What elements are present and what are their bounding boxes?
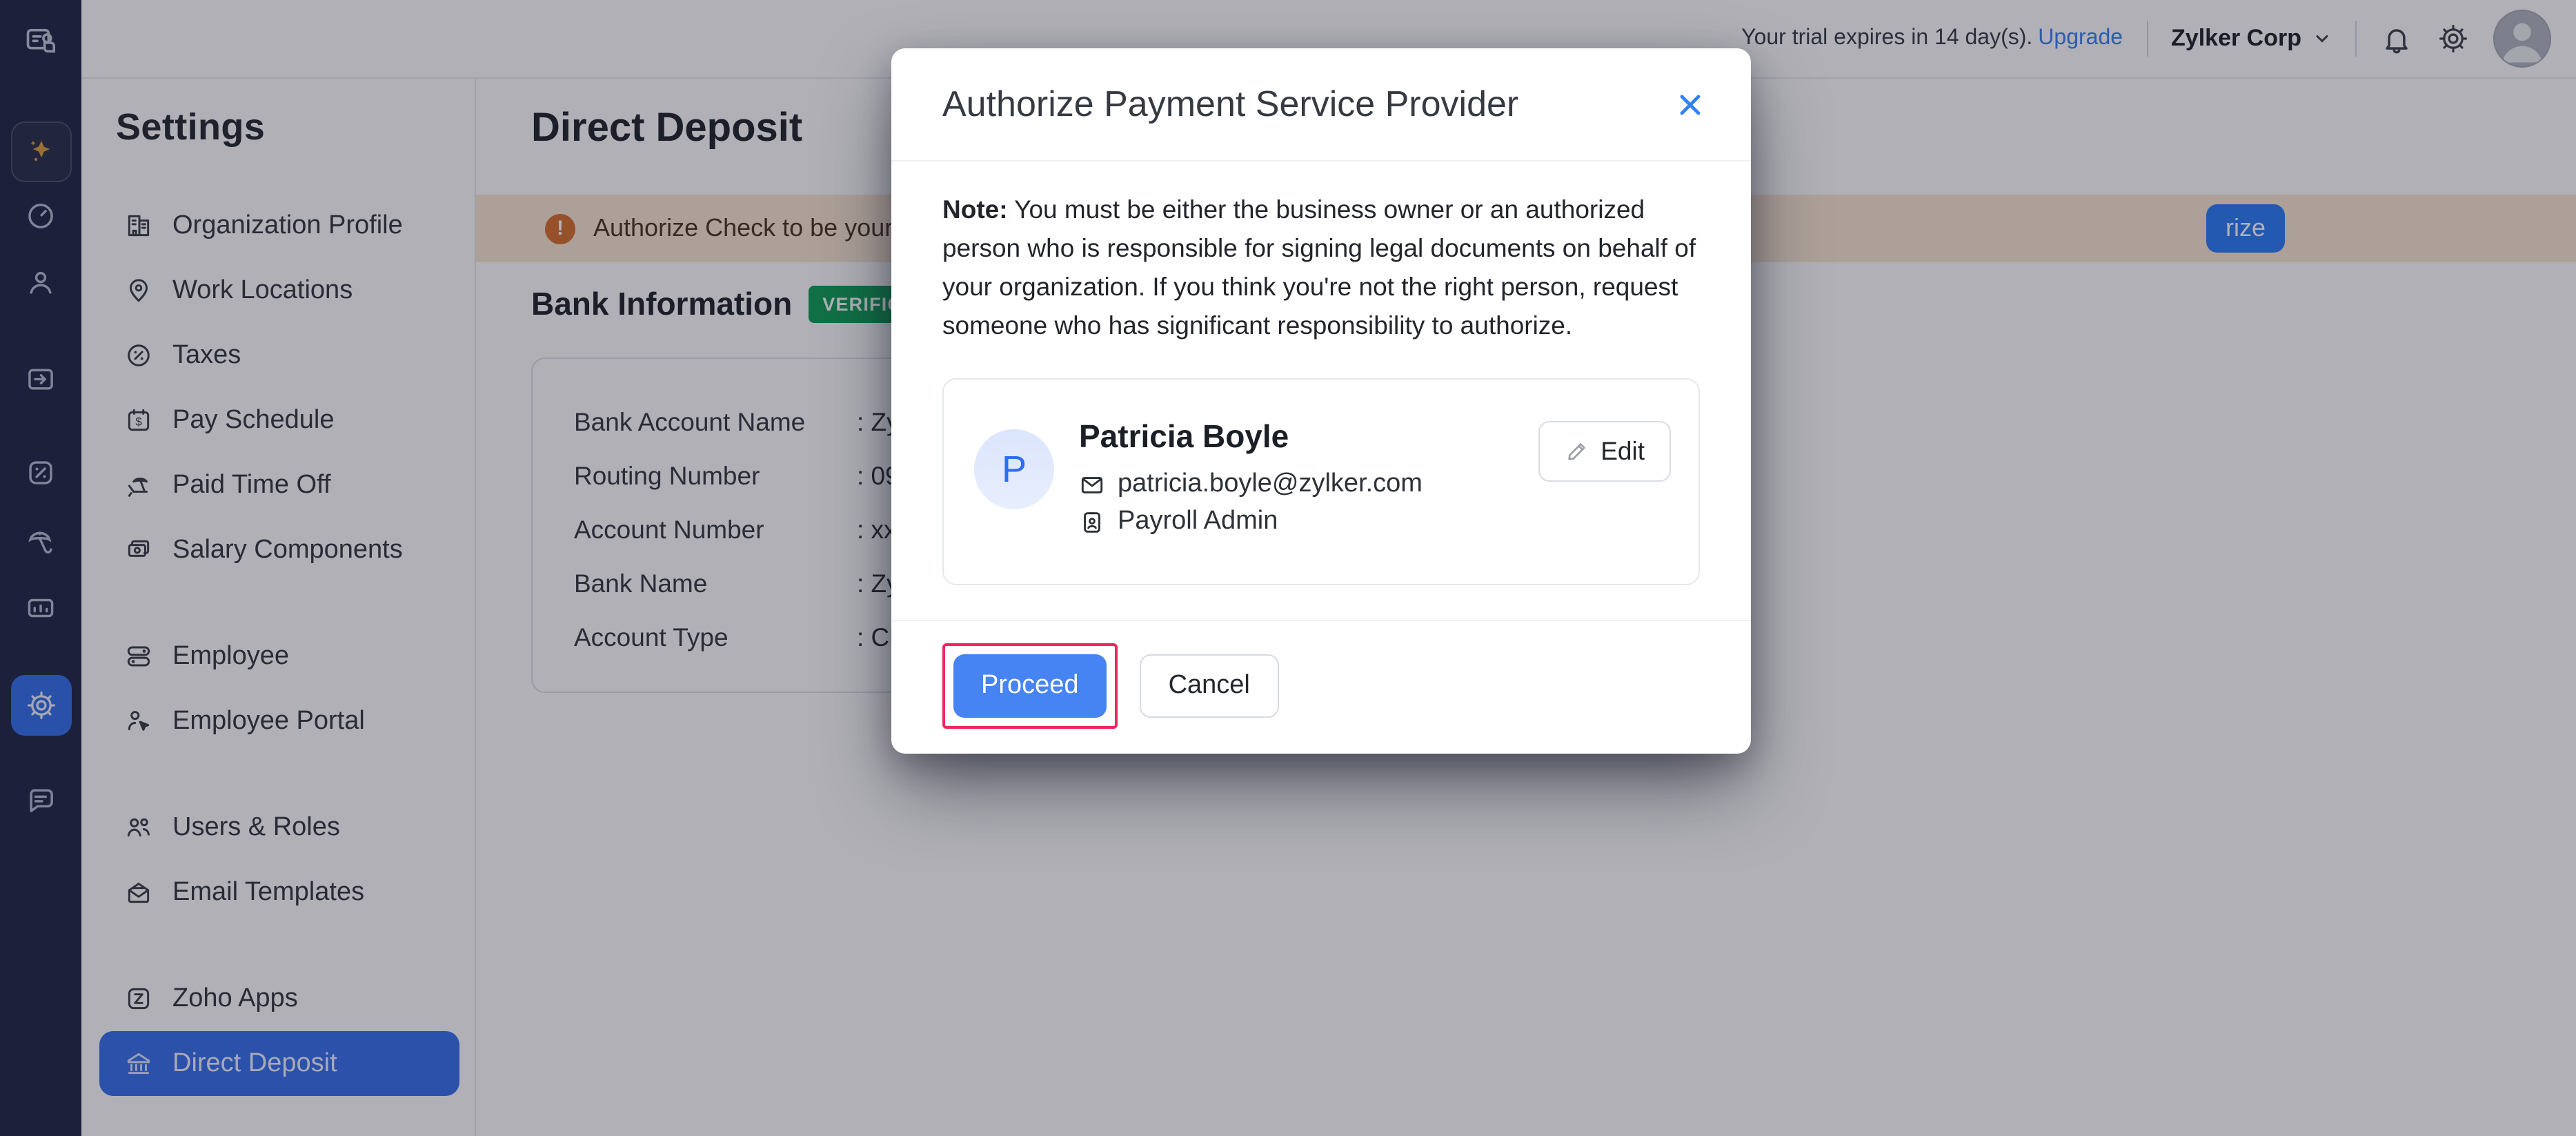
authorizer-card: P Patricia Boyle patricia.boyle@zylker.c…: [942, 378, 1700, 585]
authorizer-email: patricia.boyle@zylker.com: [1118, 469, 1423, 498]
authorizer-details: Patricia Boyle patricia.boyle@zylker.com…: [1079, 413, 1423, 584]
proceed-highlight-box: Proceed: [942, 643, 1118, 729]
zoho-payroll-app: Your trial expires in 14 day(s). Upgrade …: [0, 0, 2576, 1136]
modal-footer: Proceed Cancel: [891, 620, 1751, 754]
modal-close-button[interactable]: [1674, 88, 1707, 121]
edit-authorizer-button[interactable]: Edit: [1538, 421, 1671, 482]
authorizer-avatar: P: [974, 429, 1054, 509]
modal-title: Authorize Payment Service Provider: [942, 83, 1519, 124]
envelope-icon: [1081, 476, 1103, 493]
cancel-button[interactable]: Cancel: [1139, 654, 1279, 718]
authorizer-email-row: patricia.boyle@zylker.com: [1079, 469, 1423, 500]
pencil-icon: [1568, 443, 1586, 460]
modal-note: Note: You must be either the business ow…: [942, 190, 1700, 345]
modal-body: Note: You must be either the business ow…: [891, 161, 1751, 620]
edit-button-label: Edit: [1601, 436, 1645, 465]
id-badge-icon: [1084, 511, 1100, 532]
authorizer-role-row: Payroll Admin: [1079, 507, 1423, 537]
close-icon: [1680, 94, 1701, 115]
authorize-psp-modal: Authorize Payment Service Provider Note:…: [891, 48, 1751, 754]
authorizer-role: Payroll Admin: [1118, 507, 1278, 536]
modal-header: Authorize Payment Service Provider: [891, 48, 1751, 161]
proceed-button[interactable]: Proceed: [953, 654, 1107, 718]
note-label: Note:: [942, 195, 1008, 224]
note-text: You must be either the business owner or…: [942, 195, 1696, 340]
authorizer-name: Patricia Boyle: [1079, 418, 1289, 454]
